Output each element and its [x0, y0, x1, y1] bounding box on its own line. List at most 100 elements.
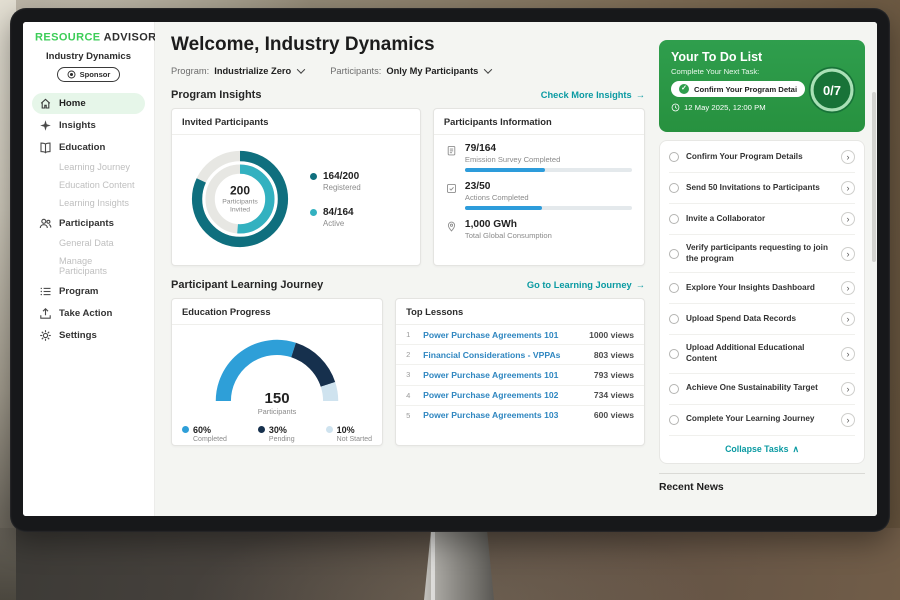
check-more-insights-link[interactable]: Check More Insights → [541, 90, 645, 100]
lesson-link[interactable]: Financial Considerations - VPPAs [423, 350, 587, 360]
task-checkbox[interactable] [669, 283, 679, 293]
task-row-achieve-sustainability-target[interactable]: Achieve One Sustainability Target › [669, 373, 855, 404]
sidebar-item-program[interactable]: Program [32, 281, 145, 302]
sidebar-item-label: Home [59, 98, 86, 109]
sidebar-item-general-data[interactable]: General Data [32, 235, 145, 252]
task-checkbox[interactable] [669, 152, 679, 162]
task-chevron-button[interactable]: › [841, 382, 855, 396]
task-row-upload-spend-data[interactable]: Upload Spend Data Records › [669, 303, 855, 334]
chevron-right-icon: › [847, 314, 850, 324]
task-chevron-button[interactable]: › [841, 150, 855, 164]
sidebar-item-learning-insights[interactable]: Learning Insights [32, 195, 145, 212]
org-name: Industry Dynamics [23, 51, 154, 62]
lesson-rank: 4 [406, 391, 416, 400]
task-checkbox[interactable] [669, 349, 679, 359]
monitor-frame: RESOURCE ADVISOR+ Industry Dynamics Spon… [10, 8, 890, 532]
task-row-complete-learning-journey[interactable]: Complete Your Learning Journey › [669, 404, 855, 435]
main-content: Welcome, Industry Dynamics Program: Indu… [155, 22, 655, 516]
lesson-rank: 2 [406, 350, 416, 359]
info-value: 1,000 GWh [465, 219, 632, 230]
todo-panel: Your To Do List Complete Your Next Task:… [655, 22, 877, 516]
next-task-pill[interactable]: ✓ Confirm Your Program Details [671, 81, 805, 97]
task-checkbox[interactable] [669, 384, 679, 394]
task-row-invite-collaborator[interactable]: Invite a Collaborator › [669, 203, 855, 234]
lesson-views: 793 views [594, 370, 634, 380]
task-label: Complete Your Learning Journey [686, 414, 834, 425]
task-label: Explore Your Insights Dashboard [686, 283, 834, 294]
sidebar-item-home[interactable]: Home [32, 93, 145, 114]
task-label: Upload Additional Educational Content [686, 343, 834, 364]
lesson-link[interactable]: Power Purchase Agreements 103 [423, 410, 587, 420]
sidebar-item-take-action[interactable]: Take Action [32, 303, 145, 324]
task-row-upload-educational-content[interactable]: Upload Additional Educational Content › [669, 334, 855, 372]
todo-progress-count: 0/7 [806, 64, 858, 116]
education-gauge-chart: 150 Participants [207, 331, 347, 418]
chevron-right-icon: › [847, 214, 850, 224]
lesson-link[interactable]: Power Purchase Agreements 101 [423, 330, 582, 340]
task-checkbox[interactable] [669, 314, 679, 324]
task-chevron-button[interactable]: › [841, 312, 855, 326]
lesson-row: 3 Power Purchase Agreements 101 793 view… [396, 364, 644, 384]
sidebar-item-insights[interactable]: Insights [32, 115, 145, 136]
legend-item-registered: 164/200 Registered [310, 171, 361, 192]
recent-news-title: Recent News [659, 473, 865, 493]
gauge-value: 150 [207, 390, 347, 407]
legend-value: 30% [269, 425, 287, 435]
chevron-down-icon [484, 65, 492, 73]
invited-card-body: 200 Participants Invited 164/200 Registe [172, 135, 420, 263]
sidebar-item-education[interactable]: Education [32, 137, 145, 158]
section-title: Participant Learning Journey [171, 279, 323, 291]
sponsor-badge[interactable]: Sponsor [57, 67, 121, 82]
chevron-right-icon: › [847, 415, 850, 425]
task-chevron-button[interactable]: › [841, 212, 855, 226]
task-label: Send 50 Invitations to Participants [686, 183, 834, 194]
program-dropdown[interactable]: Program: Industrialize Zero [171, 66, 304, 76]
sidebar-item-settings[interactable]: Settings [32, 325, 145, 346]
task-chevron-button[interactable]: › [841, 413, 855, 427]
education-icon [39, 141, 52, 154]
logo-text-primary: RESOURCE [35, 32, 101, 44]
legend-value: 164/200 [323, 171, 361, 182]
task-chevron-button[interactable]: › [841, 281, 855, 295]
info-label: Actions Completed [465, 193, 632, 202]
sidebar-item-education-content[interactable]: Education Content [32, 177, 145, 194]
task-row-verify-participants[interactable]: Verify participants requesting to join t… [669, 234, 855, 272]
sidebar-item-learning-journey[interactable]: Learning Journey [32, 159, 145, 176]
task-checkbox[interactable] [669, 214, 679, 224]
collapse-tasks-link[interactable]: Collapse Tasks ∧ [669, 435, 855, 462]
task-checkbox[interactable] [669, 249, 679, 259]
legend-dot [258, 426, 265, 433]
info-label: Emission Survey Completed [465, 155, 632, 164]
sidebar-item-label: Settings [59, 330, 97, 341]
insights-icon [39, 119, 52, 132]
task-row-send-invitations[interactable]: Send 50 Invitations to Participants › [669, 172, 855, 203]
task-label: Confirm Your Program Details [686, 152, 834, 163]
participants-dropdown[interactable]: Participants: Only My Participants [330, 66, 491, 76]
task-checkbox[interactable] [669, 183, 679, 193]
chevron-right-icon: › [847, 283, 850, 293]
lesson-link[interactable]: Power Purchase Agreements 101 [423, 370, 587, 380]
sponsor-badge-label: Sponsor [80, 70, 111, 79]
task-row-confirm-program[interactable]: Confirm Your Program Details › [669, 142, 855, 172]
app-logo: RESOURCE ADVISOR+ [23, 31, 154, 44]
scrollbar-thumb[interactable] [872, 92, 876, 262]
lesson-link[interactable]: Power Purchase Agreements 102 [423, 390, 587, 400]
task-checkbox[interactable] [669, 415, 679, 425]
info-row-emission-survey: 79/164 Emission Survey Completed [446, 143, 632, 172]
donut-sublabel: Participants Invited [214, 198, 266, 214]
task-chevron-button[interactable]: › [841, 181, 855, 195]
task-row-explore-insights[interactable]: Explore Your Insights Dashboard › [669, 272, 855, 303]
sidebar-item-label: Insights [59, 120, 96, 131]
task-chevron-button[interactable]: › [841, 347, 855, 361]
legend-dot [310, 173, 317, 180]
take-action-icon [39, 307, 52, 320]
sidebar-item-manage-participants[interactable]: Manage Participants [32, 253, 145, 280]
donut-center-label: 200 Participants Invited [214, 183, 266, 214]
sidebar-item-participants[interactable]: Participants [32, 213, 145, 234]
go-to-learning-journey-link[interactable]: Go to Learning Journey → [527, 280, 645, 290]
task-chevron-button[interactable]: › [841, 247, 855, 261]
tasks-list-card: Confirm Your Program Details › Send 50 I… [659, 140, 865, 464]
home-icon [39, 97, 52, 110]
legend-dot [310, 209, 317, 216]
consumption-icon [446, 221, 457, 232]
